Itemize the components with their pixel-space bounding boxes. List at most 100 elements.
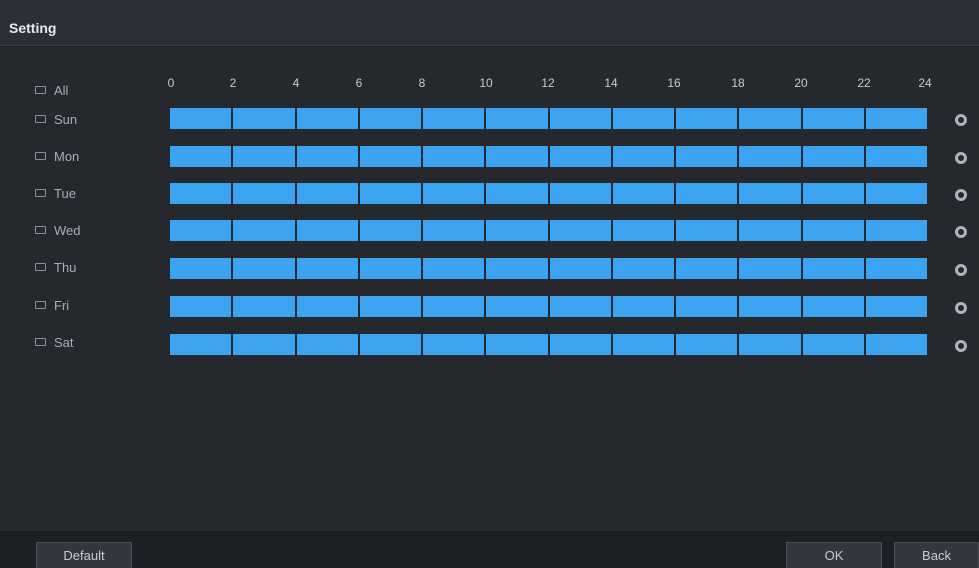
schedule-segment[interactable] [676, 183, 740, 204]
schedule-segment[interactable] [233, 334, 297, 355]
default-button[interactable]: Default [36, 542, 132, 568]
schedule-segment[interactable] [296, 334, 360, 355]
schedule-segment[interactable] [233, 258, 297, 279]
schedule-segment[interactable] [296, 183, 360, 204]
schedule-segment[interactable] [233, 183, 297, 204]
day-checkbox-row[interactable]: Wed [35, 222, 81, 238]
schedule-segment[interactable] [802, 220, 866, 241]
schedule-segment[interactable] [739, 258, 803, 279]
schedule-segment[interactable] [170, 146, 234, 167]
day-checkbox-row[interactable]: Fri [35, 297, 69, 313]
schedule-segment[interactable] [739, 334, 803, 355]
schedule-bar[interactable] [170, 146, 927, 167]
gear-icon[interactable] [955, 264, 967, 276]
schedule-segment[interactable] [549, 334, 613, 355]
schedule-segment[interactable] [802, 258, 866, 279]
schedule-segment[interactable] [359, 220, 423, 241]
schedule-bar[interactable] [170, 220, 927, 241]
schedule-segment[interactable] [233, 146, 297, 167]
day-checkbox-row[interactable]: Tue [35, 185, 76, 201]
schedule-segment[interactable] [549, 258, 613, 279]
schedule-segment[interactable] [359, 334, 423, 355]
schedule-segment[interactable] [865, 146, 927, 167]
gear-icon[interactable] [955, 152, 967, 164]
schedule-segment[interactable] [802, 108, 866, 129]
schedule-segment[interactable] [612, 108, 676, 129]
select-all-checkbox[interactable] [35, 86, 46, 94]
schedule-segment[interactable] [170, 108, 234, 129]
schedule-segment[interactable] [423, 296, 487, 317]
gear-icon[interactable] [955, 226, 967, 238]
schedule-segment[interactable] [865, 220, 927, 241]
schedule-segment[interactable] [170, 296, 234, 317]
schedule-segment[interactable] [423, 108, 487, 129]
schedule-segment[interactable] [423, 183, 487, 204]
schedule-segment[interactable] [612, 334, 676, 355]
schedule-segment[interactable] [549, 220, 613, 241]
schedule-segment[interactable] [359, 108, 423, 129]
schedule-segment[interactable] [486, 220, 550, 241]
schedule-segment[interactable] [170, 258, 234, 279]
schedule-segment[interactable] [486, 334, 550, 355]
schedule-segment[interactable] [486, 296, 550, 317]
schedule-segment[interactable] [486, 183, 550, 204]
select-all-row[interactable]: All [35, 82, 68, 98]
day-checkbox[interactable] [35, 152, 46, 160]
schedule-segment[interactable] [676, 334, 740, 355]
schedule-segment[interactable] [549, 183, 613, 204]
schedule-segment[interactable] [612, 146, 676, 167]
gear-icon[interactable] [955, 340, 967, 352]
schedule-segment[interactable] [802, 334, 866, 355]
schedule-segment[interactable] [865, 183, 927, 204]
day-checkbox-row[interactable]: Mon [35, 148, 79, 164]
schedule-segment[interactable] [865, 296, 927, 317]
day-checkbox[interactable] [35, 263, 46, 271]
schedule-segment[interactable] [739, 296, 803, 317]
schedule-segment[interactable] [802, 183, 866, 204]
schedule-segment[interactable] [233, 108, 297, 129]
schedule-segment[interactable] [296, 296, 360, 317]
schedule-segment[interactable] [676, 220, 740, 241]
schedule-segment[interactable] [296, 220, 360, 241]
schedule-segment[interactable] [170, 220, 234, 241]
schedule-segment[interactable] [549, 146, 613, 167]
schedule-segment[interactable] [486, 258, 550, 279]
schedule-segment[interactable] [296, 108, 360, 129]
gear-icon[interactable] [955, 189, 967, 201]
schedule-segment[interactable] [423, 334, 487, 355]
schedule-segment[interactable] [739, 146, 803, 167]
day-checkbox[interactable] [35, 189, 46, 197]
schedule-segment[interactable] [612, 183, 676, 204]
schedule-segment[interactable] [802, 146, 866, 167]
day-checkbox-row[interactable]: Thu [35, 259, 76, 275]
schedule-segment[interactable] [359, 296, 423, 317]
schedule-segment[interactable] [865, 334, 927, 355]
schedule-bar[interactable] [170, 296, 927, 317]
ok-button[interactable]: OK [786, 542, 882, 568]
schedule-segment[interactable] [170, 183, 234, 204]
gear-icon[interactable] [955, 114, 967, 126]
schedule-segment[interactable] [359, 258, 423, 279]
schedule-segment[interactable] [676, 258, 740, 279]
schedule-bar[interactable] [170, 334, 927, 355]
schedule-segment[interactable] [233, 296, 297, 317]
schedule-segment[interactable] [676, 146, 740, 167]
schedule-segment[interactable] [359, 146, 423, 167]
schedule-bar[interactable] [170, 258, 927, 279]
day-checkbox-row[interactable]: Sun [35, 111, 77, 127]
schedule-segment[interactable] [296, 258, 360, 279]
schedule-bar[interactable] [170, 108, 927, 129]
schedule-segment[interactable] [739, 108, 803, 129]
schedule-segment[interactable] [359, 183, 423, 204]
day-checkbox[interactable] [35, 301, 46, 309]
schedule-segment[interactable] [170, 334, 234, 355]
schedule-segment[interactable] [612, 258, 676, 279]
schedule-segment[interactable] [865, 108, 927, 129]
day-checkbox[interactable] [35, 226, 46, 234]
schedule-segment[interactable] [676, 108, 740, 129]
schedule-segment[interactable] [423, 220, 487, 241]
schedule-segment[interactable] [676, 296, 740, 317]
schedule-segment[interactable] [612, 296, 676, 317]
day-checkbox[interactable] [35, 338, 46, 346]
schedule-segment[interactable] [233, 220, 297, 241]
